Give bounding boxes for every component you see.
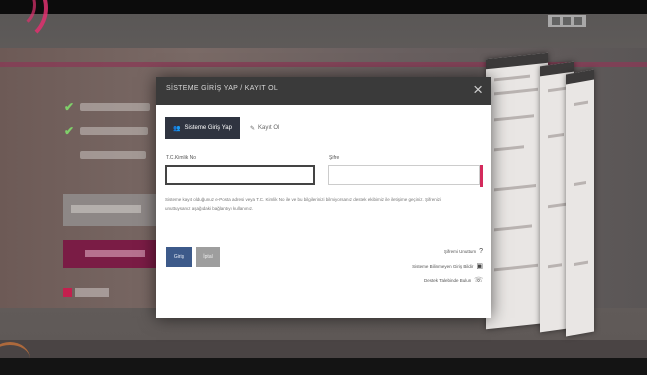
support-link[interactable]: Destek Talebinde Bulun ☏ xyxy=(424,276,483,284)
report-icon: ▣ xyxy=(476,263,483,270)
check-icon: ✔ xyxy=(64,100,75,114)
forgot-password-link[interactable]: Şifremi Unuttum ? xyxy=(444,248,483,255)
check-icon: ✔ xyxy=(64,124,75,138)
support-icon: ☏ xyxy=(474,277,483,284)
tc-label: T.C.Kimlik No xyxy=(166,155,197,161)
report-login-label: Sisteme Bilinmeyen Giriş Bildir xyxy=(412,263,474,269)
free-trial-button[interactable] xyxy=(63,194,159,226)
document-preview xyxy=(566,69,594,337)
tab-register[interactable]: ✎ Kayıt Ol xyxy=(240,117,289,139)
login-modal: SİSTEME GİRİŞ YAP / KAYIT OL × 👥 Sisteme… xyxy=(156,77,491,318)
modal-title: SİSTEME GİRİŞ YAP / KAYIT OL xyxy=(166,85,279,92)
cancel-button[interactable]: İptal xyxy=(196,247,220,267)
tc-input[interactable] xyxy=(165,165,315,185)
tab-login[interactable]: 👥 Sisteme Giriş Yap xyxy=(165,117,240,139)
password-error-marker xyxy=(480,165,483,187)
edit-icon: ✎ xyxy=(249,125,255,132)
password-label: Şifre xyxy=(329,155,340,161)
document-preview xyxy=(486,52,548,330)
feature-text xyxy=(80,127,149,135)
feature-text xyxy=(80,103,151,111)
close-icon[interactable]: × xyxy=(473,80,483,100)
tab-register-label: Kayıt Ol xyxy=(257,125,280,131)
question-icon: ? xyxy=(479,248,483,255)
support-label: Destek Talebinde Bulun xyxy=(424,277,472,283)
top-bar xyxy=(0,0,647,14)
info-text: Sisteme kayıt olduğunuz e-Posta adresi v… xyxy=(165,197,442,211)
report-login-link[interactable]: Sisteme Bilinmeyen Giriş Bildir ▣ xyxy=(412,262,483,270)
feature-item: ✔ xyxy=(64,124,149,138)
user-group-icon: 👥 xyxy=(173,125,181,132)
feature-item: ✔ xyxy=(64,148,147,162)
feature-item: ✔ xyxy=(64,100,151,114)
login-submit-button[interactable]: Giriş xyxy=(166,247,192,267)
auth-tabs: 👥 Sisteme Giriş Yap ✎ Kayıt Ol xyxy=(165,117,289,139)
tab-login-label: Sisteme Giriş Yap xyxy=(184,125,232,131)
footer-strip xyxy=(0,340,647,358)
password-input[interactable] xyxy=(328,165,480,185)
background-login-button[interactable] xyxy=(63,240,159,268)
language-switch[interactable] xyxy=(548,15,586,27)
verbis-logo xyxy=(63,285,113,303)
feature-text xyxy=(80,151,147,159)
forgot-password-label: Şifremi Unuttum xyxy=(443,249,477,254)
modal-header: SİSTEME GİRİŞ YAP / KAYIT OL × xyxy=(156,77,491,105)
